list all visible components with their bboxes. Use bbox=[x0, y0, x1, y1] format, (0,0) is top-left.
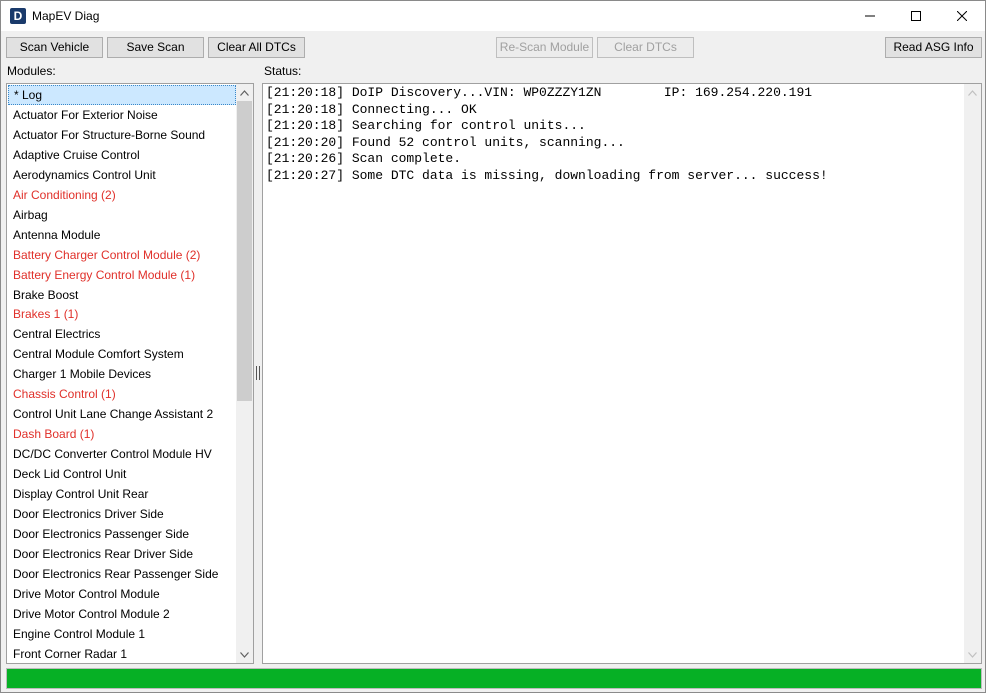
modules-label: Modules: bbox=[7, 64, 56, 78]
scan-progress-bar bbox=[6, 668, 982, 689]
splitter-grip bbox=[258, 366, 259, 380]
module-list-item[interactable]: Door Electronics Passenger Side bbox=[8, 524, 236, 544]
clear-all-dtcs-button[interactable]: Clear All DTCs bbox=[208, 37, 305, 58]
chevron-down-icon bbox=[240, 651, 249, 658]
module-list-item[interactable]: DC/DC Converter Control Module HV bbox=[8, 444, 236, 464]
modules-scrollbar-thumb[interactable] bbox=[237, 101, 252, 401]
status-scroll-down-button[interactable] bbox=[964, 646, 981, 663]
module-list-item[interactable]: Front Corner Radar 1 bbox=[8, 644, 236, 663]
maximize-icon bbox=[911, 11, 921, 21]
modules-list[interactable]: Front Corner Radar 1 Engine Control Modul… bbox=[6, 83, 254, 664]
module-list-item[interactable]: Brakes 1 (1) bbox=[8, 304, 236, 324]
module-list-item[interactable]: Charger 1 Mobile Devices bbox=[8, 364, 236, 384]
module-list-item[interactable]: Actuator For Exterior Noise bbox=[8, 105, 236, 125]
log-line: [21:20:26] Scan complete. bbox=[266, 151, 462, 166]
scroll-up-button[interactable] bbox=[236, 84, 253, 101]
module-list-item[interactable]: Drive Motor Control Module bbox=[8, 584, 236, 604]
main-window: D MapEV Diag Scan Vehicle Save Scan Clea… bbox=[0, 0, 986, 693]
status-log-panel[interactable]: [21:20:18] DoIP Discovery...VIN: WP0ZZZY… bbox=[262, 83, 982, 664]
module-list-item[interactable]: Engine Control Module 1 bbox=[8, 624, 236, 644]
log-line: [21:20:18] Searching for control units..… bbox=[266, 118, 586, 133]
status-label: Status: bbox=[264, 64, 302, 78]
module-list-item[interactable]: * Log bbox=[8, 85, 236, 105]
module-list-item[interactable]: Central Electrics bbox=[8, 324, 236, 344]
module-list-item[interactable]: Control Unit Lane Change Assistant 2 bbox=[8, 404, 236, 424]
close-button[interactable] bbox=[939, 1, 985, 31]
title-bar[interactable]: D MapEV Diag bbox=[1, 1, 985, 31]
module-list-item[interactable]: Airbag bbox=[8, 205, 236, 225]
clear-dtcs-button[interactable]: Clear DTCs bbox=[597, 37, 694, 58]
module-list-item[interactable]: Door Electronics Driver Side bbox=[8, 504, 236, 524]
read-asg-info-button[interactable]: Read ASG Info bbox=[885, 37, 982, 58]
minimize-button[interactable] bbox=[847, 1, 893, 31]
app-icon: D bbox=[10, 8, 26, 24]
splitter-grip bbox=[256, 366, 257, 380]
rescan-module-button[interactable]: Re-Scan Module bbox=[496, 37, 593, 58]
module-list-item[interactable]: Air Conditioning (2) bbox=[8, 185, 236, 205]
close-icon bbox=[957, 11, 967, 21]
scroll-down-button[interactable] bbox=[236, 646, 253, 663]
module-list-item[interactable]: Central Module Comfort System bbox=[8, 344, 236, 364]
log-line: [21:20:20] Found 52 control units, scann… bbox=[266, 134, 625, 150]
module-list-item[interactable]: Chassis Control (1) bbox=[8, 384, 236, 404]
module-list-item[interactable]: Deck Lid Control Unit bbox=[8, 464, 236, 484]
log-line: [21:20:18] DoIP Discovery...VIN: WP0ZZZY… bbox=[266, 85, 813, 100]
log-line: [21:20:18] Connecting... OK bbox=[266, 101, 477, 117]
chevron-down-icon bbox=[968, 651, 977, 658]
scan-vehicle-button[interactable]: Scan Vehicle bbox=[6, 37, 103, 58]
save-scan-button[interactable]: Save Scan bbox=[107, 37, 204, 58]
module-list-item[interactable]: Adaptive Cruise Control bbox=[8, 145, 236, 165]
chevron-up-icon bbox=[240, 89, 249, 96]
minimize-icon bbox=[865, 15, 875, 17]
progress-fill bbox=[7, 669, 981, 688]
module-list-item[interactable]: Antenna Module bbox=[8, 225, 236, 245]
module-list-item[interactable]: Display Control Unit Rear bbox=[8, 484, 236, 504]
status-log: [21:20:18] DoIP Discovery...VIN: WP0ZZZY… bbox=[266, 85, 828, 184]
window-title: MapEV Diag bbox=[32, 9, 100, 23]
log-line: [21:20:27] Some DTC data is missing, dow… bbox=[266, 167, 828, 183]
module-list-item[interactable]: Aerodynamics Control Unit bbox=[8, 165, 236, 185]
module-list-item[interactable]: Battery Energy Control Module (1) bbox=[8, 265, 236, 285]
module-list-item[interactable]: Actuator For Structure-Borne Sound bbox=[8, 125, 236, 145]
module-list-item[interactable]: Door Electronics Rear Driver Side bbox=[8, 544, 236, 564]
maximize-button[interactable] bbox=[893, 1, 939, 31]
module-list-item[interactable]: Battery Charger Control Module (2) bbox=[8, 245, 236, 265]
panel-splitter[interactable] bbox=[255, 365, 260, 381]
module-list-item[interactable]: Brake Boost bbox=[8, 285, 236, 305]
module-list-item[interactable]: Drive Motor Control Module 2 bbox=[8, 604, 236, 624]
status-scrollbar[interactable] bbox=[964, 84, 981, 663]
chevron-up-icon bbox=[968, 89, 977, 96]
module-list-item[interactable]: Door Electronics Rear Passenger Side bbox=[8, 564, 236, 584]
module-list-item[interactable]: Dash Board (1) bbox=[8, 424, 236, 444]
status-scroll-up-button[interactable] bbox=[964, 84, 981, 101]
modules-scrollbar[interactable] bbox=[236, 84, 253, 663]
